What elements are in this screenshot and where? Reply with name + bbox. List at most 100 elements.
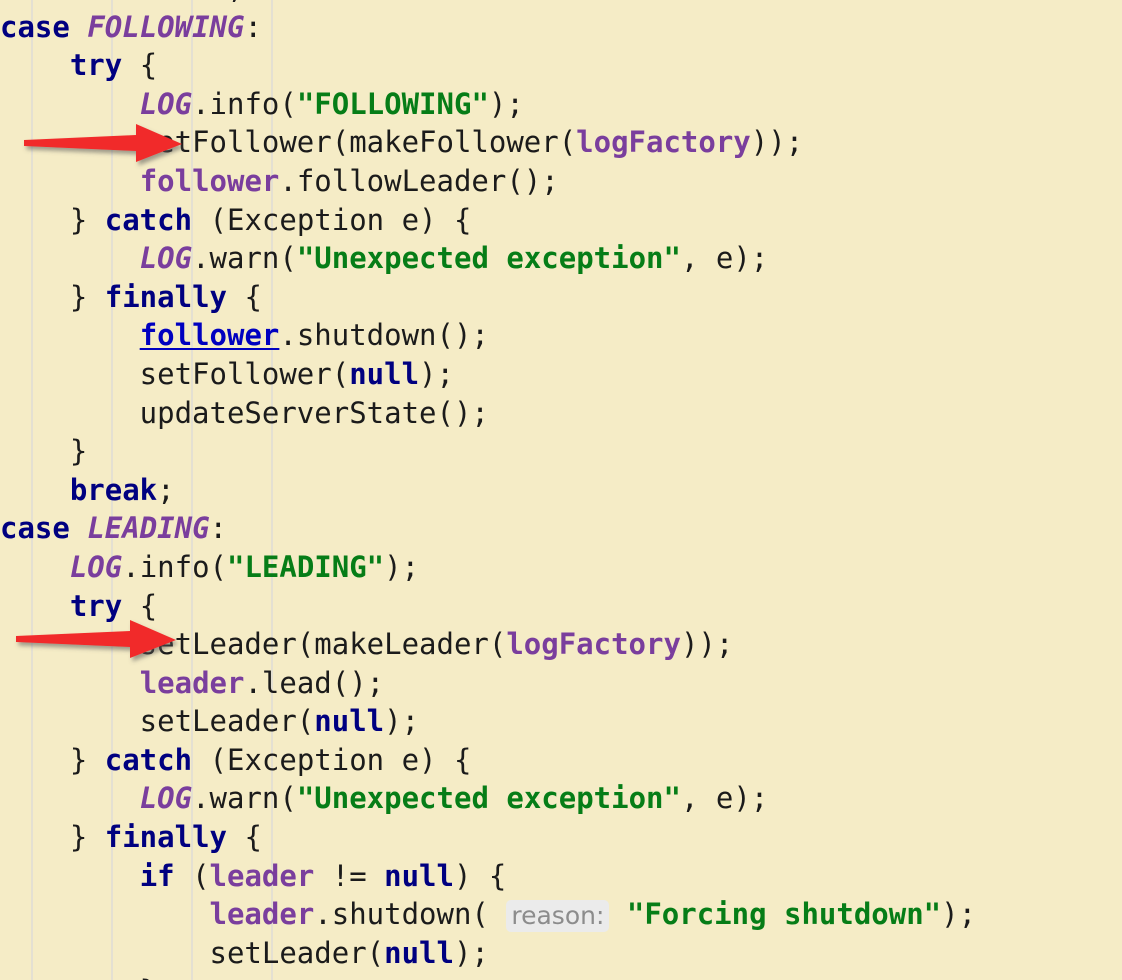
code-line[interactable]: follower.followLeader();: [0, 162, 1122, 201]
code-token: ;: [157, 472, 175, 507]
code-line[interactable]: case LEADING:: [0, 509, 1122, 548]
code-line[interactable]: } finally {: [0, 818, 1122, 857]
code-line[interactable]: } finally {: [0, 278, 1122, 317]
code-token: setLeader(: [0, 935, 385, 970]
code-token: "Unexpected exception": [296, 781, 681, 816]
code-line[interactable]: LOG.info("FOLLOWING");: [0, 85, 1122, 124]
code-line[interactable]: case FOLLOWING:: [0, 8, 1122, 47]
code-line[interactable]: break;: [0, 471, 1122, 510]
code-line[interactable]: if (leader != null) {: [0, 857, 1122, 896]
code-line[interactable]: setLeader(null);: [0, 702, 1122, 741]
code-token: case: [0, 9, 70, 44]
code-line[interactable]: LOG.warn("Unexpected exception", e);: [0, 239, 1122, 278]
code-line[interactable]: }: [0, 432, 1122, 471]
code-token: }: [0, 434, 88, 469]
code-token: .shutdown();: [279, 318, 489, 353]
code-token: "Forcing shutdown": [626, 897, 942, 932]
code-token: follower: [139, 163, 280, 198]
code-token: .info(: [122, 549, 227, 584]
code-token: FOLLOWING: [87, 9, 245, 44]
code-token: null: [384, 858, 454, 893]
code-line[interactable]: setFollower(null);: [0, 355, 1122, 394]
code-token: );: [384, 549, 420, 584]
code-token: setLeader(: [0, 704, 315, 739]
code-token: }: [0, 202, 105, 237]
code-token: .lead();: [244, 665, 385, 700]
code-token: logFactory: [576, 125, 751, 160]
code-line[interactable]: setFollower(makeFollower(logFactory));: [0, 123, 1122, 162]
code-token: .shutdown(: [314, 897, 489, 932]
code-line[interactable]: setLeader(null);: [0, 934, 1122, 973]
code-token: LOG: [139, 86, 193, 121]
code-token: LOG: [139, 241, 193, 276]
code-token: finally: [104, 820, 227, 855]
code-token: leader: [139, 665, 245, 700]
code-token: setFollower(makeFollower(: [0, 125, 577, 160]
code-line[interactable]: }: [0, 972, 1122, 980]
code-token: :: [244, 9, 262, 44]
code-token: (Exception e) {: [192, 742, 472, 777]
code-line[interactable]: LOG.warn("Unexpected exception", e);: [0, 779, 1122, 818]
code-token: break: [69, 472, 158, 507]
code-token: !=: [314, 858, 385, 893]
code-line[interactable]: updateServerState();: [0, 394, 1122, 433]
code-token: ) {: [453, 858, 507, 893]
code-token: .warn(: [192, 241, 297, 276]
code-token: .info(: [192, 86, 297, 121]
code-line[interactable]: } catch (Exception e) {: [0, 201, 1122, 240]
code-line[interactable]: } catch (Exception e) {: [0, 741, 1122, 780]
code-token: , e);: [680, 781, 769, 816]
code-token: case: [0, 511, 70, 546]
code-token: }: [0, 820, 105, 855]
code-token: finally: [104, 279, 227, 314]
code-line[interactable]: leader.lead();: [0, 664, 1122, 703]
code-token: LOG: [69, 549, 123, 584]
code-token: leader: [209, 897, 315, 932]
code-editor-screenshot: break;case FOLLOWING: try { LOG.info("FO…: [0, 0, 1122, 980]
code-token: );: [419, 356, 454, 391]
code-token: }: [0, 279, 105, 314]
code-line[interactable]: LOG.info("LEADING");: [0, 548, 1122, 587]
code-token: "LEADING": [227, 549, 385, 584]
code-token: );: [384, 704, 420, 739]
code-token: LEADING: [87, 511, 210, 546]
parameter-hint: reason:: [506, 900, 610, 933]
code-token: :: [209, 511, 227, 546]
code-token: "FOLLOWING": [296, 86, 489, 121]
code-token: setLeader(makeLeader(: [0, 627, 507, 662]
code-line[interactable]: follower.shutdown();: [0, 316, 1122, 355]
code-text-area[interactable]: break;case FOLLOWING: try { LOG.info("FO…: [0, 0, 1122, 980]
code-token: setFollower(: [0, 356, 350, 391]
code-line[interactable]: setLeader(makeLeader(logFactory));: [0, 625, 1122, 664]
code-token: .followLeader();: [279, 163, 559, 198]
code-token: {: [122, 588, 158, 623]
code-token: catch: [104, 202, 193, 237]
code-token: null: [384, 935, 454, 970]
code-token: );: [453, 935, 489, 970]
code-line[interactable]: try {: [0, 46, 1122, 85]
code-token: follower: [139, 318, 280, 353]
code-token: );: [941, 897, 977, 932]
code-token: if: [139, 858, 175, 893]
code-token: (: [174, 858, 210, 893]
code-line[interactable]: try {: [0, 587, 1122, 626]
code-token: {: [226, 279, 262, 314]
code-token: updateServerState();: [0, 395, 489, 430]
code-token: "Unexpected exception": [296, 241, 681, 276]
code-line[interactable]: leader.shutdown( reason: "Forcing shutdo…: [0, 895, 1122, 934]
code-token: LOG: [139, 781, 193, 816]
code-token: catch: [104, 742, 193, 777]
code-token: ;: [227, 0, 244, 5]
code-token: try: [69, 588, 123, 623]
